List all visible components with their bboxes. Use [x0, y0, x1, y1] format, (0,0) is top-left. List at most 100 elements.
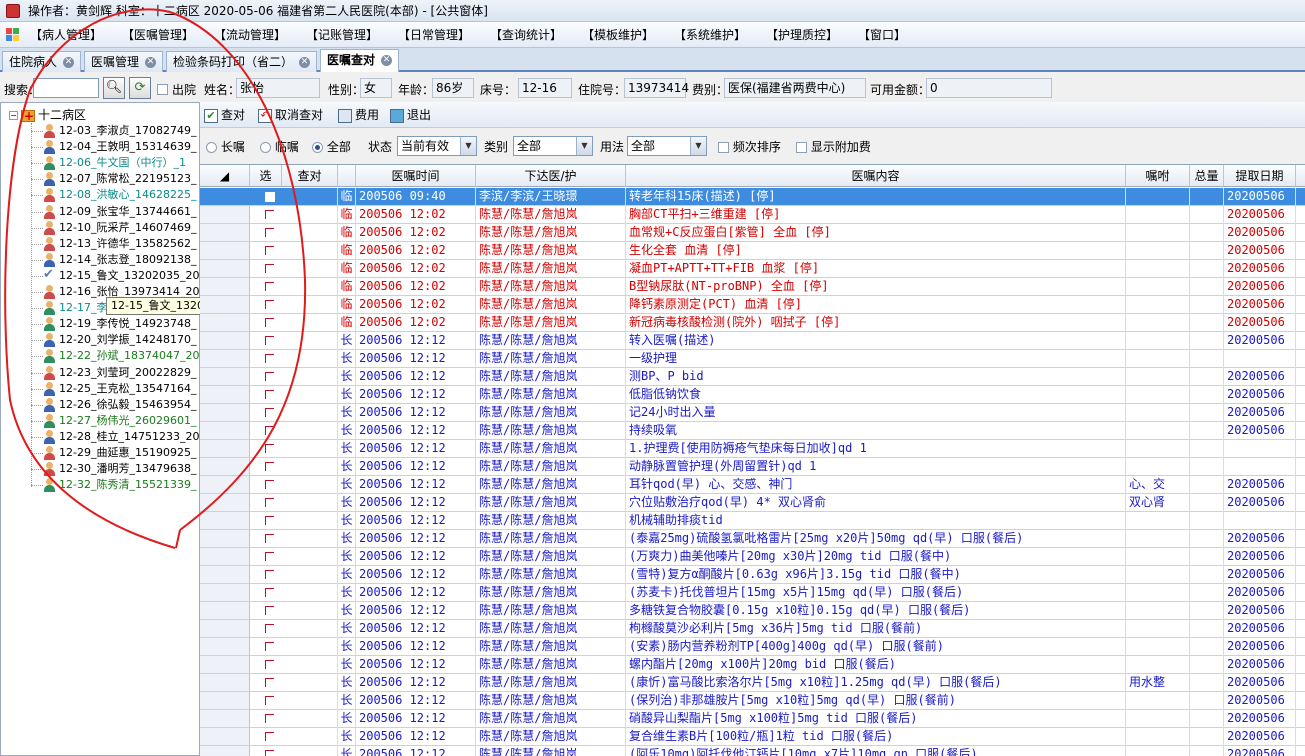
- close-icon[interactable]: ✕: [63, 57, 75, 68]
- tree-patient-item[interactable]: 12-22_孙斌_18374047_20: [31, 348, 199, 364]
- temp-order-radio[interactable]: 临嘱: [260, 138, 299, 155]
- order-row[interactable]: 长 200506 12:12 陈慧/陈慧/詹旭岚 1.护理费[使用防褥疮气垫床每日加收…: [200, 440, 1305, 458]
- order-row[interactable]: 长 200506 12:12 陈慧/陈慧/詹旭岚 硝酸异山梨酯片[5mg x100粒]…: [200, 710, 1305, 728]
- tree-patient-item[interactable]: 12-09_张宝华_13744661_: [31, 204, 196, 220]
- menu-window[interactable]: 【窗口】: [858, 26, 906, 44]
- menu-nursing-qc[interactable]: 【护理质控】: [766, 26, 838, 44]
- row-checkbox[interactable]: [262, 548, 280, 566]
- menu-system-maint[interactable]: 【系统维护】: [674, 26, 746, 44]
- row-checkbox[interactable]: [262, 746, 280, 756]
- order-row[interactable]: 长 200506 12:12 陈慧/陈慧/詹旭岚 记24小时出入量 20200506: [200, 404, 1305, 422]
- app-menu-icon[interactable]: [6, 28, 20, 42]
- tree-patient-item[interactable]: 12-06_牛文国（中行）_1: [31, 155, 186, 171]
- menu-template-maint[interactable]: 【模板维护】: [582, 26, 654, 44]
- exit-button[interactable]: 退出: [390, 106, 431, 124]
- tab-lab-barcode[interactable]: 检验条码打印（省二） ✕: [166, 51, 318, 72]
- menu-patient-mgmt[interactable]: 【病人管理】: [30, 26, 102, 44]
- long-order-radio[interactable]: 长嘱: [206, 138, 245, 155]
- order-row[interactable]: 长 200506 12:12 陈慧/陈慧/詹旭岚 复合维生素B片[100粒/瓶]1粒 …: [200, 728, 1305, 746]
- freq-sort-checkbox[interactable]: 频次排序: [718, 138, 781, 155]
- order-row[interactable]: 长 200506 12:12 陈慧/陈慧/詹旭岚 低脂低钠饮食 20200506: [200, 386, 1305, 404]
- tree-patient-item[interactable]: 12-25_王克松_13547164_: [31, 381, 196, 397]
- menu-daily-mgmt[interactable]: 【日常管理】: [398, 26, 470, 44]
- order-row[interactable]: 长 200506 12:12 陈慧/陈慧/詹旭岚 测BP、P bid 20200506: [200, 368, 1305, 386]
- tab-inpatients[interactable]: 住院病人 ✕: [2, 51, 82, 72]
- header-doctor[interactable]: 下达医/护: [476, 165, 626, 187]
- menu-billing-mgmt[interactable]: 【记账管理】: [306, 26, 378, 44]
- row-checkbox[interactable]: [262, 350, 280, 368]
- row-checkbox[interactable]: [262, 386, 280, 404]
- order-row[interactable]: 临 200506 12:02 陈慧/陈慧/詹旭岚 凝血PT+APTT+TT+FIB 血…: [200, 260, 1305, 278]
- tree-patient-item[interactable]: 12-17_李: [31, 300, 107, 316]
- order-row[interactable]: 长 200506 12:12 陈慧/陈慧/詹旭岚 (万爽力)曲美他嗪片[20mg x3…: [200, 548, 1305, 566]
- tree-patient-item[interactable]: 12-03_李淑贞_17082749_: [31, 123, 196, 139]
- tree-patient-item[interactable]: 12-15_鲁文_13202035_20: [31, 267, 199, 284]
- row-checkbox[interactable]: [262, 602, 280, 620]
- row-checkbox[interactable]: [262, 206, 280, 224]
- order-row[interactable]: 长 200506 12:12 陈慧/陈慧/詹旭岚 枸橼酸莫沙必利片[5mg x36片]…: [200, 620, 1305, 638]
- row-checkbox[interactable]: [262, 620, 280, 638]
- row-checkbox[interactable]: [262, 512, 280, 530]
- refresh-button[interactable]: ⟳: [129, 77, 151, 99]
- status-select[interactable]: 当前有效 ▼: [397, 136, 477, 156]
- order-row[interactable]: 长 200506 12:12 陈慧/陈慧/詹旭岚 转入医嘱(描述) 20200506: [200, 332, 1305, 350]
- row-checkbox[interactable]: [262, 314, 280, 332]
- tree-patient-item[interactable]: 12-14_张志登_18092138_: [31, 252, 196, 268]
- order-row[interactable]: 长 200506 12:12 陈慧/陈慧/詹旭岚 (阿乐10mg)阿托伐他汀钙片[10…: [200, 746, 1305, 756]
- search-input[interactable]: [33, 78, 99, 98]
- order-row[interactable]: 长 200506 12:12 陈慧/陈慧/詹旭岚 耳针qod(早) 心、交感、神门 心、…: [200, 476, 1305, 494]
- order-row[interactable]: 长 200506 12:12 陈慧/陈慧/詹旭岚 穴位贴敷治疗qod(早) 4* 双心…: [200, 494, 1305, 512]
- tree-patient-item[interactable]: 12-30_潘明芳_13479638_: [31, 461, 196, 477]
- tree-patient-item[interactable]: 12-10_阮采芹_14607469_: [31, 220, 196, 236]
- close-icon[interactable]: ✕: [145, 57, 157, 68]
- tree-patient-item[interactable]: 12-08_洪敏心_14628225_: [31, 187, 196, 203]
- tree-patient-item[interactable]: 12-32_陈秀清_15521339_: [31, 477, 196, 493]
- tree-patient-item[interactable]: 12-23_刘莹珂_20022829_: [31, 365, 196, 381]
- row-checkbox[interactable]: [262, 494, 280, 512]
- order-row[interactable]: 长 200506 12:12 陈慧/陈慧/詹旭岚 螺内酯片[20mg x100片]20…: [200, 656, 1305, 674]
- menu-query-stats[interactable]: 【查询统计】: [490, 26, 562, 44]
- tab-order-check[interactable]: 医嘱查对 ✕: [320, 49, 400, 72]
- order-row[interactable]: 临 200506 09:40 李滨/李滨/王晓璟 转老年科15床(描述) [停] 202…: [200, 188, 1305, 206]
- order-row[interactable]: 长 200506 12:12 陈慧/陈慧/詹旭岚 机械辅助排痰tid: [200, 512, 1305, 530]
- order-row[interactable]: 长 200506 12:12 陈慧/陈慧/詹旭岚 (保列治)非那雄胺片[5mg x10…: [200, 692, 1305, 710]
- search-button[interactable]: 🔍︎: [103, 77, 125, 99]
- order-row[interactable]: 长 200506 12:12 陈慧/陈慧/詹旭岚 一级护理: [200, 350, 1305, 368]
- order-row[interactable]: 长 200506 12:12 陈慧/陈慧/詹旭岚 (安素)肠内营养粉剂TP[400g]…: [200, 638, 1305, 656]
- cancel-check-button[interactable]: ↶ 取消查对: [258, 106, 323, 124]
- discharged-checkbox[interactable]: [157, 82, 168, 96]
- order-row[interactable]: 临 200506 12:02 陈慧/陈慧/詹旭岚 血常规+C反应蛋白[紫管] 全血 […: [200, 224, 1305, 242]
- order-row[interactable]: 长 200506 12:12 陈慧/陈慧/詹旭岚 (雪特)复方α酮酸片[0.63g x…: [200, 566, 1305, 584]
- order-row[interactable]: 长 200506 12:12 陈慧/陈慧/詹旭岚 (康忻)富马酸比索洛尔片[5mg x…: [200, 674, 1305, 692]
- check-button[interactable]: ✔ 查对: [204, 106, 245, 124]
- tree-patient-item[interactable]: 12-27_杨伟光_26029601_: [31, 413, 196, 429]
- tree-patient-item[interactable]: 12-13_许德华_13582562_: [31, 236, 196, 252]
- tree-patient-item[interactable]: 12-07_陈常松_22195123_: [31, 171, 196, 187]
- category-select[interactable]: 全部 ▼: [513, 136, 593, 156]
- tree-patient-item[interactable]: 12-29_曲延惠_15190925_: [31, 445, 196, 461]
- menu-flow-mgmt[interactable]: 【流动管理】: [214, 26, 286, 44]
- order-row[interactable]: 临 200506 12:02 陈慧/陈慧/詹旭岚 胸部CT平扫+三维重建 [停] 202…: [200, 206, 1305, 224]
- header-date[interactable]: 提取日期: [1224, 165, 1296, 187]
- row-checkbox[interactable]: [262, 332, 280, 350]
- header-content[interactable]: 医嘱内容: [626, 165, 1126, 187]
- tree-root-ward[interactable]: −十二病区: [9, 107, 86, 124]
- row-checkbox[interactable]: [262, 404, 280, 422]
- order-row[interactable]: 临 200506 12:02 陈慧/陈慧/詹旭岚 生化全套 血清 [停] 2020050…: [200, 242, 1305, 260]
- row-checkbox[interactable]: [262, 440, 280, 458]
- row-checkbox[interactable]: [262, 224, 280, 242]
- row-checkbox[interactable]: [262, 656, 280, 674]
- order-row[interactable]: 长 200506 12:12 陈慧/陈慧/詹旭岚 持续吸氧 20200506: [200, 422, 1305, 440]
- row-checkbox[interactable]: [262, 584, 280, 602]
- collapse-icon[interactable]: −: [9, 111, 18, 120]
- fee-button[interactable]: 费用: [338, 106, 379, 124]
- row-checkbox[interactable]: [262, 368, 280, 386]
- row-checkbox[interactable]: [262, 260, 280, 278]
- order-row[interactable]: 临 200506 12:02 陈慧/陈慧/詹旭岚 新冠病毒核酸检测(院外) 咽拭子 […: [200, 314, 1305, 332]
- usage-select[interactable]: 全部 ▼: [627, 136, 707, 156]
- close-icon[interactable]: ✕: [299, 57, 311, 68]
- header-total[interactable]: 总量: [1190, 165, 1224, 187]
- row-checkbox[interactable]: [262, 710, 280, 728]
- all-order-radio[interactable]: 全部: [312, 138, 351, 155]
- order-row[interactable]: 长 200506 12:12 陈慧/陈慧/詹旭岚 动静脉置管护理(外周留置针)qd 1: [200, 458, 1305, 476]
